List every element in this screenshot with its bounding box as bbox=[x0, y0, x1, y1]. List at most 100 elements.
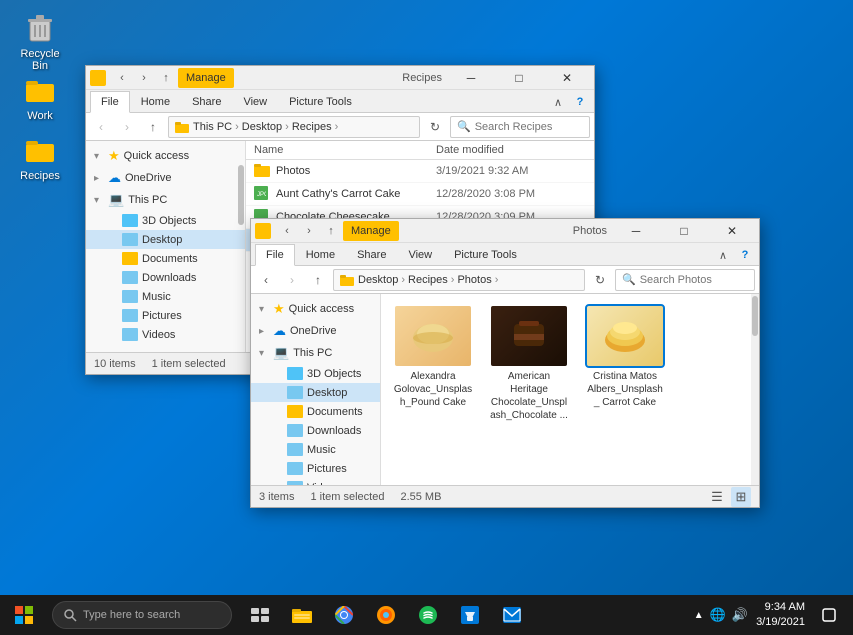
photos-3d-objects-icon bbox=[287, 367, 303, 380]
photos-sidebar-documents[interactable]: Documents bbox=[251, 402, 380, 421]
carrot-cake-name: Aunt Cathy's Carrot Cake bbox=[276, 188, 436, 200]
taskbar-tray-up-arrow[interactable]: ▲ bbox=[694, 610, 704, 621]
photos-search-box[interactable]: 🔍 bbox=[615, 269, 755, 291]
photos-tab-file[interactable]: File bbox=[255, 244, 295, 266]
photos-qa-forward[interactable]: › bbox=[299, 221, 319, 241]
recipes-qa-back[interactable]: ‹ bbox=[112, 68, 132, 88]
recipes-row-photos[interactable]: Photos 3/19/2021 9:32 AM bbox=[246, 160, 594, 183]
photos-sidebar-music[interactable]: Music bbox=[251, 440, 380, 459]
recipes-sidebar-quick-access[interactable]: ▾ ★ Quick access bbox=[86, 145, 245, 167]
recipes-sidebar-pictures[interactable]: Pictures bbox=[86, 306, 245, 325]
taskbar-store[interactable] bbox=[450, 595, 490, 635]
photos-status-items: 3 items bbox=[259, 491, 294, 503]
photos-sidebar-videos[interactable]: Videos bbox=[251, 478, 380, 485]
recipes-search-input[interactable] bbox=[475, 121, 583, 133]
photos-thumb-2[interactable]: American Heritage Chocolate_Unsplash_Cho… bbox=[489, 306, 569, 422]
photos-sidebar-this-pc[interactable]: ▾ 💻 This PC bbox=[251, 342, 380, 364]
photos-tab-view[interactable]: View bbox=[397, 243, 443, 265]
photos-sidebar-pictures[interactable]: Pictures bbox=[251, 459, 380, 478]
taskbar-clock[interactable]: 9:34 AM 3/19/2021 bbox=[752, 600, 809, 631]
photos-qa-up[interactable]: ↑ bbox=[321, 221, 341, 241]
recipes-nav-up[interactable]: ↑ bbox=[142, 116, 164, 138]
recipes-maximize-btn[interactable]: □ bbox=[496, 62, 542, 94]
photos-thumb-3[interactable]: Cristina Matos Albers_Unsplash_ Carrot C… bbox=[585, 306, 665, 422]
recipes-folder-icon[interactable]: Recipes bbox=[8, 130, 72, 186]
photos-nav-up[interactable]: ↑ bbox=[307, 269, 329, 291]
recipes-sidebar-this-pc[interactable]: ▾ 💻 This PC bbox=[86, 189, 245, 211]
recipes-manage-btn[interactable]: Manage bbox=[178, 68, 234, 88]
photos-tab-share[interactable]: Share bbox=[346, 243, 397, 265]
taskbar-firefox[interactable] bbox=[366, 595, 406, 635]
recipes-nav-back[interactable]: ‹ bbox=[90, 116, 112, 138]
photos-tab-picture-tools[interactable]: Picture Tools bbox=[443, 243, 528, 265]
taskbar-notification-btn[interactable] bbox=[813, 595, 845, 635]
recipes-minimize-btn[interactable]: ─ bbox=[448, 62, 494, 94]
taskbar-volume-icon[interactable]: 🔊 bbox=[732, 607, 748, 623]
3d-objects-folder-icon bbox=[122, 214, 138, 227]
recipes-help-btn[interactable]: ? bbox=[570, 92, 590, 112]
recipes-sidebar-videos[interactable]: Videos bbox=[86, 325, 245, 344]
recipes-sidebar-music[interactable]: Music bbox=[86, 287, 245, 306]
photos-scrollbar-thumb[interactable] bbox=[752, 296, 758, 336]
recipes-col-header: Name Date modified bbox=[246, 141, 594, 160]
taskbar-network-icon[interactable]: 🌐 bbox=[710, 607, 726, 623]
photos-help-btn[interactable]: ? bbox=[735, 245, 755, 265]
photos-ribbon-collapse[interactable]: ∧ bbox=[713, 245, 733, 265]
taskbar-mail[interactable] bbox=[492, 595, 532, 635]
photos-sidebar-quick-access[interactable]: ▾ ★ Quick access bbox=[251, 298, 380, 320]
photos-minimize-btn[interactable]: ─ bbox=[613, 215, 659, 247]
photos-maximize-btn[interactable]: □ bbox=[661, 215, 707, 247]
photos-nav-back[interactable]: ‹ bbox=[255, 269, 277, 291]
photos-view-list-btn[interactable]: ☰ bbox=[707, 487, 727, 507]
recipes-address-path[interactable]: This PC › Desktop › Recipes › bbox=[168, 116, 420, 138]
recipes-row-carrot-cake[interactable]: JPG Aunt Cathy's Carrot Cake 12/28/2020 … bbox=[246, 183, 594, 206]
photos-tab-home[interactable]: Home bbox=[295, 243, 346, 265]
photos-refresh-btn[interactable]: ↻ bbox=[589, 269, 611, 291]
photos-nav-forward[interactable]: › bbox=[281, 269, 303, 291]
recipes-sidebar-desktop[interactable]: Desktop bbox=[86, 230, 245, 249]
photos-sidebar-downloads[interactable]: Downloads bbox=[251, 421, 380, 440]
work-folder-icon[interactable]: Work bbox=[8, 70, 72, 126]
taskbar-chrome[interactable] bbox=[324, 595, 364, 635]
recipes-refresh-btn[interactable]: ↻ bbox=[424, 116, 446, 138]
taskbar-time: 9:34 AM bbox=[756, 600, 805, 615]
photos-sidebar-3dobjects[interactable]: 3D Objects bbox=[251, 364, 380, 383]
recipes-tab-file[interactable]: File bbox=[90, 91, 130, 113]
taskbar-spotify[interactable] bbox=[408, 595, 448, 635]
recipes-tab-share[interactable]: Share bbox=[181, 90, 232, 112]
recipes-search-icon: 🔍 bbox=[457, 120, 471, 133]
photos-scrollbar[interactable] bbox=[751, 294, 759, 485]
start-button[interactable] bbox=[0, 595, 48, 635]
recipes-close-btn[interactable]: ✕ bbox=[544, 62, 590, 94]
photos-view-grid-btn[interactable]: ⊞ bbox=[731, 487, 751, 507]
photos-address-path[interactable]: Desktop › Recipes › Photos › bbox=[333, 269, 585, 291]
recipes-tab-view[interactable]: View bbox=[232, 90, 278, 112]
recipes-nav-forward[interactable]: › bbox=[116, 116, 138, 138]
taskbar-search-bar[interactable]: Type here to search bbox=[52, 601, 232, 629]
photos-search-input[interactable] bbox=[640, 274, 748, 286]
recipes-sidebar-downloads[interactable]: Downloads bbox=[86, 268, 245, 287]
recycle-bin-icon[interactable]: Recycle Bin bbox=[8, 8, 72, 76]
photos-desktop-icon bbox=[287, 386, 303, 399]
recipes-qa-up[interactable]: ↑ bbox=[156, 68, 176, 88]
recipes-ribbon-collapse[interactable]: ∧ bbox=[548, 92, 568, 112]
photos-thumb-1[interactable]: Alexandra Golovac_Unsplas h_Pound Cake bbox=[393, 306, 473, 422]
photos-manage-btn[interactable]: Manage bbox=[343, 221, 399, 241]
photos-sidebar-onedrive[interactable]: ▸ ☁ OneDrive bbox=[251, 320, 380, 342]
photos-thumb-3-label: Cristina Matos Albers_Unsplash_ Carrot C… bbox=[585, 370, 665, 409]
photos-qa-back[interactable]: ‹ bbox=[277, 221, 297, 241]
recipes-sidebar-onedrive[interactable]: ▸ ☁ OneDrive bbox=[86, 167, 245, 189]
recipes-sidebar-documents[interactable]: Documents bbox=[86, 249, 245, 268]
photos-sidebar-desktop[interactable]: Desktop bbox=[251, 383, 380, 402]
taskbar-task-view[interactable] bbox=[240, 595, 280, 635]
recipes-qa-forward[interactable]: › bbox=[134, 68, 154, 88]
recipes-scrollbar-thumb[interactable] bbox=[238, 165, 244, 225]
recipes-sidebar-3dobjects[interactable]: 3D Objects bbox=[86, 211, 245, 230]
taskbar-file-explorer[interactable] bbox=[282, 595, 322, 635]
photos-close-btn[interactable]: ✕ bbox=[709, 215, 755, 247]
videos-folder-icon bbox=[122, 328, 138, 341]
recipes-search-box[interactable]: 🔍 bbox=[450, 116, 590, 138]
recipes-tab-picture-tools[interactable]: Picture Tools bbox=[278, 90, 363, 112]
recipes-tab-home[interactable]: Home bbox=[130, 90, 181, 112]
music-folder-icon bbox=[122, 290, 138, 303]
